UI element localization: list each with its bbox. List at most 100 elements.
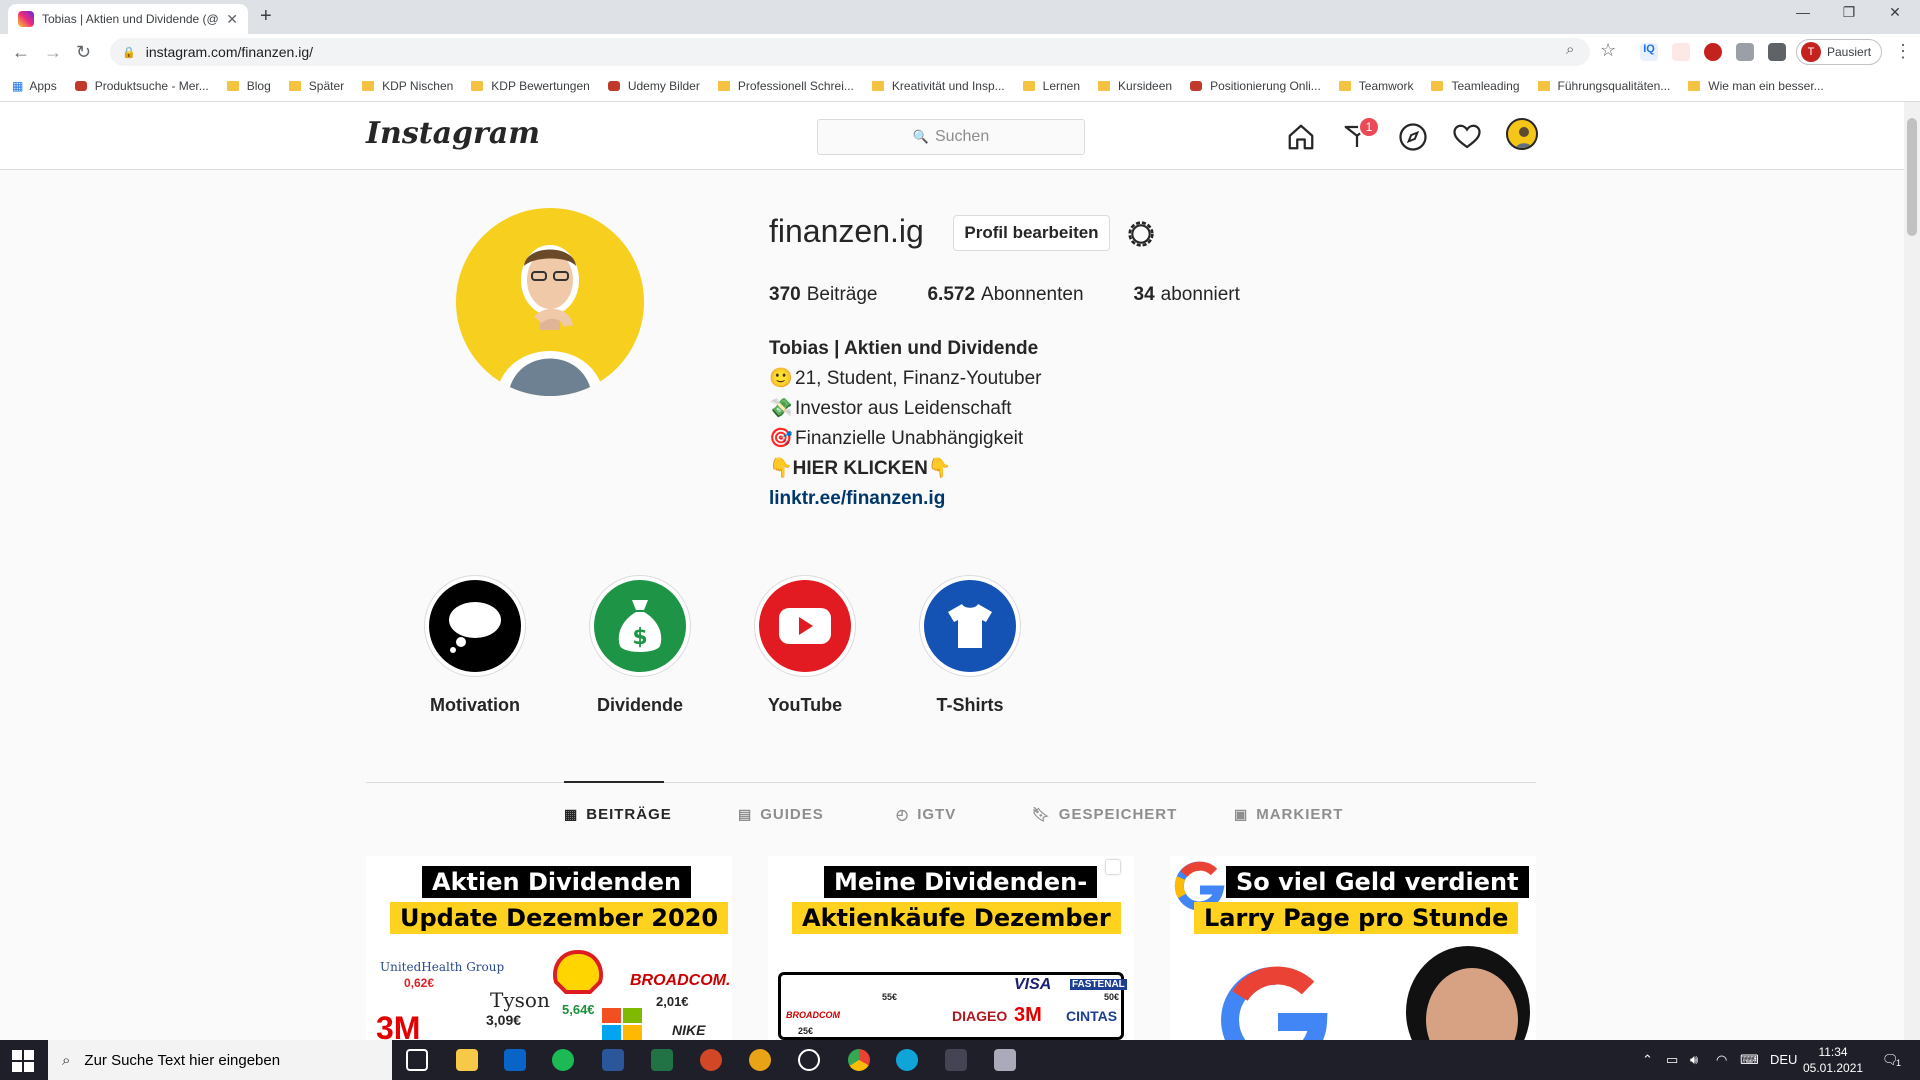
activity-heart-icon[interactable] (1452, 122, 1482, 152)
profile-stat[interactable]: 34 abonniert (1134, 284, 1240, 306)
browser-tab-title: Tobias | Aktien und Dividende (@ (42, 12, 219, 26)
bookmark-item[interactable]: Lernen (1022, 79, 1080, 93)
mail-icon[interactable] (504, 1049, 526, 1071)
extension-iq-icon[interactable]: IQ (1640, 43, 1658, 61)
minimize-icon[interactable]: — (1780, 4, 1826, 20)
address-bar[interactable]: 🔒 instagram.com/finanzen.ig/ (110, 38, 1590, 66)
bookmark-item[interactable]: Teamwork (1338, 78, 1414, 93)
taskbar-clock[interactable]: 11:34 05.01.2021 (1803, 1044, 1863, 1076)
tshirt-icon (948, 604, 992, 648)
bookmark-item[interactable]: KDP Bewertungen (471, 79, 590, 93)
reload-icon[interactable]: ↻ (76, 42, 91, 63)
highlight-youtube[interactable]: YouTube (750, 575, 860, 716)
post-thumbnail[interactable]: Meine Dividenden- Aktienkäufe Dezember V… (768, 856, 1134, 1040)
file-explorer-icon[interactable] (456, 1049, 478, 1071)
bookmark-item[interactable]: Blog (226, 79, 271, 93)
task-view-icon[interactable] (406, 1049, 428, 1071)
excel-icon[interactable] (651, 1049, 673, 1071)
language-indicator[interactable]: DEU (1770, 1052, 1797, 1067)
close-tab-icon[interactable]: ✕ (226, 11, 238, 28)
page-scrollbar-thumb[interactable] (1907, 118, 1917, 236)
youtube-icon (779, 608, 831, 644)
folder-icon (226, 80, 239, 91)
windows-start-icon[interactable] (12, 1050, 34, 1072)
money-bag-icon: $ (618, 600, 662, 652)
profile-stat[interactable]: 6.572 Abonnenten (927, 284, 1083, 306)
bookmark-item[interactable]: Teamleading (1431, 79, 1520, 93)
adblock-icon[interactable] (1704, 43, 1722, 61)
bookmark-label: Teamwork (1358, 78, 1414, 93)
post-value-text: 3,09€ (486, 1012, 522, 1028)
browser-profile-status: Pausiert (1827, 45, 1872, 59)
bookmark-label: Apps (29, 78, 57, 93)
extension-grid-icon[interactable] (1736, 43, 1754, 61)
bookmark-star-icon[interactable]: ☆ (1600, 40, 1616, 61)
tab-markiert[interactable]: ▣ MARKIERT (1234, 806, 1343, 823)
app-icon[interactable] (749, 1049, 771, 1071)
browser-menu-icon[interactable]: ⋮ (1894, 41, 1912, 62)
profile-picture[interactable] (456, 208, 644, 396)
home-icon[interactable] (1286, 122, 1316, 152)
bookmark-item[interactable]: ▦ Apps (12, 79, 57, 93)
volume-icon[interactable]: 🔊︎ (1690, 1052, 1698, 1068)
post-logo-text: Tyson (490, 988, 550, 1012)
extensions-puzzle-icon[interactable] (1768, 43, 1786, 61)
post-title-line1: Meine Dividenden- (824, 866, 1098, 898)
word-icon[interactable] (602, 1049, 624, 1071)
tab-igtv[interactable]: ◴ IGTV (896, 806, 956, 823)
spotify-icon[interactable] (552, 1049, 574, 1071)
bookmark-item[interactable]: Professionell Schrei... (717, 79, 854, 93)
browser-profile-button[interactable]: T Pausiert (1796, 39, 1882, 65)
tab-label: GUIDES (760, 806, 824, 823)
bookmark-label: KDP Nischen (382, 78, 454, 93)
restore-icon[interactable]: ❐ (1826, 4, 1872, 21)
new-tab-button[interactable]: + (260, 5, 272, 28)
edit-profile-button[interactable]: Profil bearbeiten (953, 215, 1110, 251)
app-icon[interactable] (945, 1049, 967, 1071)
highlight-motivation[interactable]: Motivation (420, 575, 530, 716)
tab-gespeichert[interactable]: 🔖︎ GESPEICHERT (1032, 806, 1177, 823)
profile-avatar-small[interactable] (1506, 118, 1538, 150)
bookmark-item[interactable]: Udemy Bilder (607, 79, 700, 93)
bookmark-item[interactable]: Produktsuche - Mer... (74, 79, 209, 93)
forward-icon[interactable]: → (44, 42, 62, 63)
back-icon[interactable]: ← (12, 42, 30, 63)
settings-gear-icon[interactable] (1125, 218, 1157, 250)
explore-compass-icon[interactable] (1398, 122, 1428, 152)
chrome-icon[interactable] (848, 1049, 870, 1071)
browser-tab-instagram[interactable]: Tobias | Aktien und Dividende (@ ✕ (8, 4, 248, 34)
bookmark-item[interactable]: Wie man ein besser... (1688, 79, 1824, 93)
zoom-icon[interactable]: ⌕ (1566, 41, 1574, 58)
battery-icon[interactable]: ▭ (1666, 1052, 1678, 1068)
instagram-header: Instagram 🔍 Suchen 1 (0, 102, 1904, 170)
close-window-icon[interactable]: ✕ (1872, 4, 1918, 21)
bookmark-item[interactable]: Kreativität und Insp... (871, 79, 1005, 93)
bio-link[interactable]: linktr.ee/finanzen.ig (769, 484, 1041, 514)
extension-red-icon[interactable] (1672, 43, 1690, 61)
tray-chevron-icon[interactable]: ⌃ (1642, 1052, 1653, 1068)
search-input[interactable]: 🔍 Suchen (817, 119, 1085, 155)
app-icon[interactable] (994, 1049, 1016, 1071)
page-scrollbar[interactable] (1904, 102, 1920, 1040)
highlight-dividende[interactable]: $ Dividende (585, 575, 695, 716)
post-thumbnail[interactable]: Aktien Dividenden Update Dezember 2020 U… (366, 856, 732, 1040)
tab-beitraege[interactable]: ▦ BEITRÄGE (564, 806, 672, 823)
tab-guides[interactable]: ▤ GUIDES (738, 806, 824, 823)
bookmark-item[interactable]: Später (288, 79, 344, 93)
post-thumbnail[interactable]: So viel Geld verdient Larry Page pro Stu… (1170, 856, 1536, 1040)
edge-icon[interactable] (896, 1049, 918, 1071)
network-icon[interactable]: ◠ (1716, 1052, 1727, 1068)
powerpoint-icon[interactable] (700, 1049, 722, 1071)
obs-icon[interactable] (798, 1049, 820, 1071)
bio-line: 🎯 Finanzielle Unabhängigkeit (769, 424, 1041, 454)
bookmark-item[interactable]: KDP Nischen (362, 79, 453, 93)
multi-image-icon (1106, 860, 1120, 874)
keyboard-icon[interactable]: ⌨ (1740, 1052, 1759, 1068)
highlight-tshirts[interactable]: T-Shirts (915, 575, 1025, 716)
bookmark-item[interactable]: Kursideen (1098, 79, 1172, 93)
bookmark-item[interactable]: Positionierung Onli... (1190, 79, 1321, 93)
instagram-logo[interactable]: Instagram (366, 116, 540, 151)
taskbar-search-input[interactable]: ⌕ Zur Suche Text hier eingeben (48, 1040, 392, 1080)
bookmark-item[interactable]: Führungsqualitäten... (1537, 79, 1670, 93)
folder-icon (1338, 80, 1351, 91)
